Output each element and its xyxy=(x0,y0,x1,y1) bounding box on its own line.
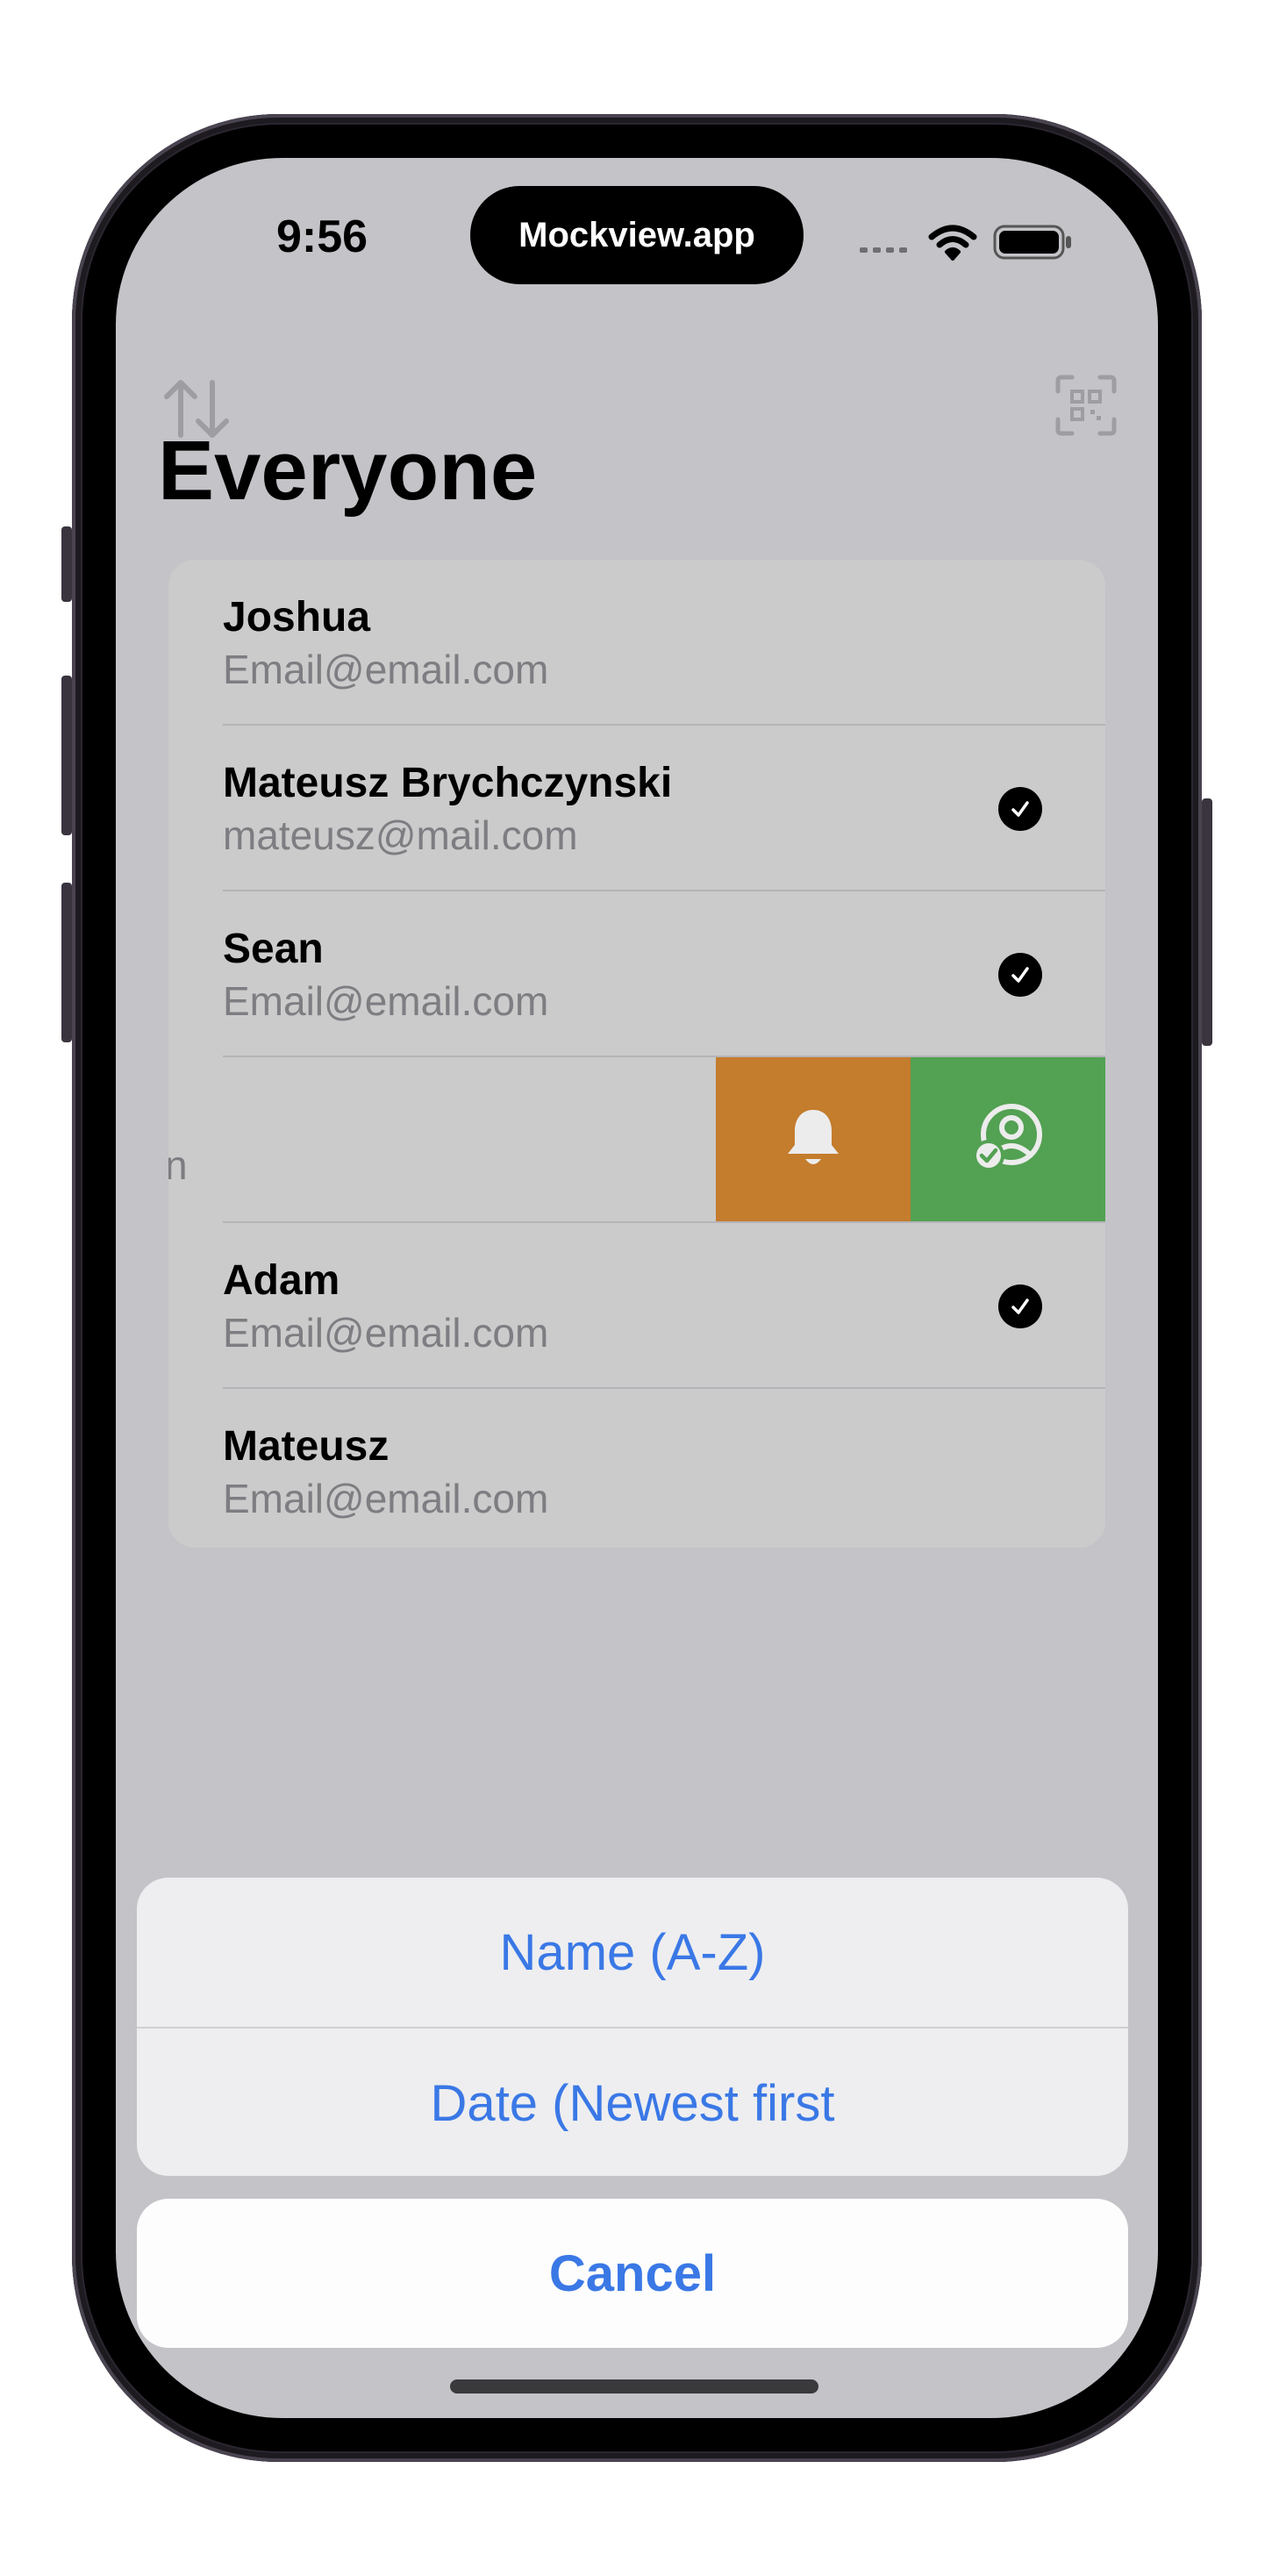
contact-name: Adam xyxy=(223,1257,340,1304)
approve-swipe-button[interactable] xyxy=(911,1057,1105,1222)
bell-icon xyxy=(782,1105,844,1176)
volume-down-button xyxy=(61,883,72,1042)
list-item[interactable]: Joshua Email@email.com xyxy=(168,560,1105,725)
sort-action-sheet: Name (A-Z) Date (Newest first xyxy=(137,1878,1128,2176)
status-time: 9:56 xyxy=(275,211,368,262)
volume-up-button xyxy=(61,676,72,835)
contact-name: Mateusz Brychczynski xyxy=(223,760,673,806)
contact-email: Email@email.com xyxy=(223,647,549,692)
contact-email: Email@email.com xyxy=(223,978,549,1024)
battery-icon xyxy=(993,223,1074,261)
contact-list: Joshua Email@email.com Mateusz Brychczyn… xyxy=(168,560,1105,1548)
notify-swipe-button[interactable] xyxy=(716,1057,911,1222)
contact-name: Joshua xyxy=(223,594,371,640)
sort-name-option[interactable]: Name (A-Z) xyxy=(137,1878,1128,2027)
action-button xyxy=(61,526,72,602)
contact-email: mateusz@mail.com xyxy=(223,812,578,858)
cellular-signal-icon xyxy=(860,244,912,254)
island-label: Mockview.app xyxy=(518,215,755,254)
list-item[interactable]: Mateusz Email@email.com xyxy=(168,1389,1105,1548)
contact-name: Sean xyxy=(223,926,324,972)
person-check-icon xyxy=(969,1099,1047,1181)
dynamic-island: Mockview.app xyxy=(470,186,804,284)
power-button xyxy=(1202,798,1212,1046)
wifi-icon xyxy=(928,223,977,261)
checkmark-icon xyxy=(998,787,1042,831)
sort-date-option[interactable]: Date (Newest first xyxy=(137,2029,1128,2176)
contact-name: Mateusz xyxy=(223,1423,389,1470)
checkmark-icon xyxy=(998,953,1042,997)
contact-email: Email@email.com xyxy=(223,1476,549,1521)
screen: 9:56 Mockview.app Everyone Joshua Email@… xyxy=(116,158,1158,2418)
list-item[interactable]: Mateusz Brychczynski mateusz@mail.com xyxy=(168,726,1105,891)
list-item[interactable]: Adam Email@email.com xyxy=(168,1223,1105,1388)
list-item[interactable]: Sean Email@email.com xyxy=(168,891,1105,1056)
list-item-swiped[interactable]: n xyxy=(168,1057,1105,1222)
page-title: Everyone xyxy=(158,424,538,518)
home-indicator[interactable] xyxy=(450,2379,818,2394)
phone-frame: 9:56 Mockview.app Everyone Joshua Email@… xyxy=(61,114,1212,2462)
qr-scan-icon[interactable] xyxy=(1054,374,1118,437)
cancel-button[interactable]: Cancel xyxy=(137,2199,1128,2348)
checkmark-icon xyxy=(998,1284,1042,1328)
contact-email: Email@email.com xyxy=(223,1310,549,1356)
contact-email: n xyxy=(168,1142,188,1188)
